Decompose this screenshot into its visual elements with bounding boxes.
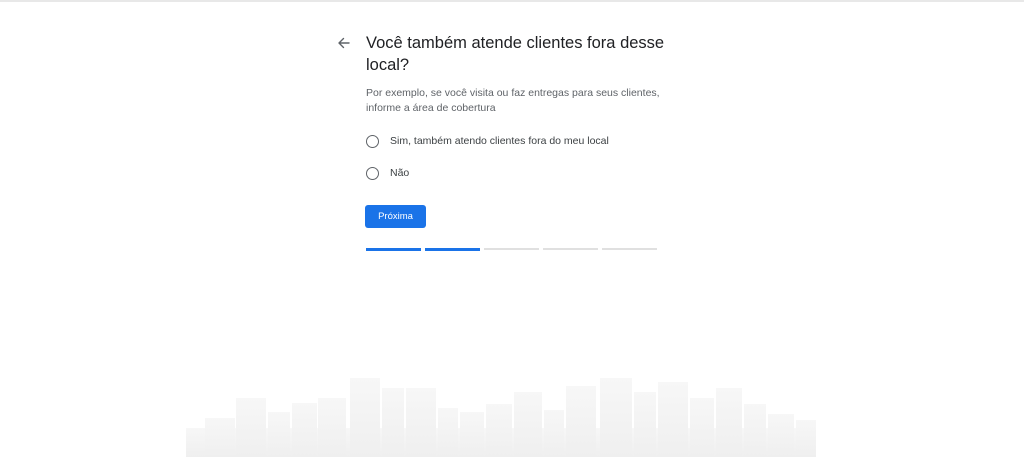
progress-bar [366, 248, 657, 251]
option-yes[interactable]: Sim, também atendo clientes fora do meu … [366, 133, 666, 149]
arrow-left-icon [338, 37, 350, 49]
progress-step-5 [602, 248, 657, 250]
radio-button-no[interactable] [366, 166, 379, 180]
next-button[interactable]: Próxima [365, 205, 426, 228]
progress-step-3 [484, 248, 539, 250]
radio-button-yes[interactable] [366, 134, 379, 148]
progress-step-1 [366, 248, 421, 251]
progress-step-2 [425, 248, 480, 251]
question-title: Você também atende clientes fora desse l… [366, 34, 665, 74]
option-no[interactable]: Não [366, 165, 666, 181]
back-button[interactable] [334, 33, 354, 53]
page: Você também atende clientes fora desse l… [0, 0, 1024, 457]
question-description: Por exemplo, se você visita ou faz entre… [366, 87, 660, 114]
option-yes-label: Sim, também atendo clientes fora do meu … [390, 135, 609, 147]
question-panel: Você também atende clientes fora desse l… [366, 32, 666, 197]
option-no-label: Não [390, 167, 410, 179]
options-group: Sim, também atendo clientes fora do meu … [366, 133, 666, 181]
progress-step-4 [543, 248, 598, 250]
